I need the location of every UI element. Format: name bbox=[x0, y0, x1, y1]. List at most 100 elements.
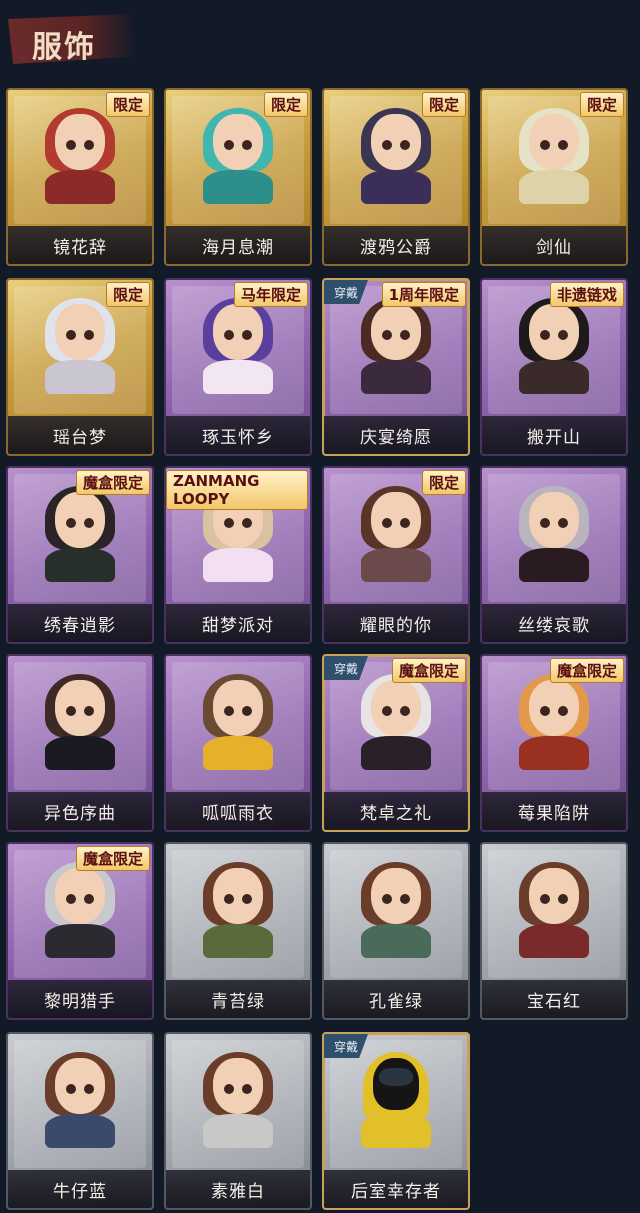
costume-name: 甜梦派对 bbox=[202, 615, 274, 636]
face-shape bbox=[371, 114, 421, 170]
costume-card[interactable]: 呱呱雨衣 bbox=[164, 654, 312, 832]
body-shape bbox=[203, 1114, 273, 1148]
face-shape bbox=[371, 680, 421, 736]
costume-name: 素雅白 bbox=[211, 1181, 265, 1202]
costume-card[interactable]: 限定 耀眼的你 bbox=[322, 466, 470, 644]
face-shape bbox=[371, 868, 421, 924]
body-shape bbox=[45, 170, 115, 204]
eye-shape bbox=[84, 706, 94, 716]
costume-card[interactable]: 非遗链戏 搬开山 bbox=[480, 278, 628, 456]
eye-shape bbox=[400, 140, 410, 150]
costume-card[interactable]: 魔盒限定莓果陷阱 bbox=[480, 654, 628, 832]
eye-shape bbox=[66, 140, 76, 150]
costume-name: 异色序曲 bbox=[44, 803, 116, 824]
name-bar: 渡鸦公爵 bbox=[324, 226, 468, 264]
costume-card[interactable]: 异色序曲 bbox=[6, 654, 154, 832]
character-portrait bbox=[515, 486, 593, 582]
eye-shape bbox=[224, 894, 234, 904]
body-shape bbox=[519, 360, 589, 394]
costume-card[interactable]: 魔盒限定 绣春逍影 bbox=[6, 466, 154, 644]
character-portrait bbox=[199, 862, 277, 958]
costume-name: 呱呱雨衣 bbox=[202, 803, 274, 824]
header: 服饰 bbox=[0, 0, 640, 82]
limited-tag: 魔盒限定 bbox=[549, 658, 624, 683]
character-portrait bbox=[199, 674, 277, 770]
eye-shape bbox=[558, 894, 568, 904]
face-shape bbox=[55, 304, 105, 360]
face-shape bbox=[55, 1058, 105, 1114]
eye-shape bbox=[242, 894, 252, 904]
costume-name: 琢玉怀乡 bbox=[202, 427, 274, 448]
eye-shape bbox=[84, 1084, 94, 1094]
name-bar: 宝石红 bbox=[482, 980, 626, 1018]
costume-card[interactable]: 马年限定琢玉怀乡 bbox=[164, 278, 312, 456]
limited-tag: 限定 bbox=[579, 92, 624, 117]
eye-shape bbox=[66, 1084, 76, 1094]
eye-shape bbox=[540, 894, 550, 904]
costume-card[interactable]: ZANMANG LOOPY 甜梦派对 bbox=[164, 466, 312, 644]
name-bar: 异色序曲 bbox=[8, 792, 152, 830]
page-title: 服饰 bbox=[32, 30, 96, 65]
costume-name: 搬开山 bbox=[527, 427, 581, 448]
eye-shape bbox=[382, 140, 392, 150]
name-bar: 绣春逍影 bbox=[8, 604, 152, 642]
costume-name: 瑶台梦 bbox=[53, 427, 107, 448]
name-bar: 甜梦派对 bbox=[166, 604, 310, 642]
limited-tag: 魔盒限定 bbox=[391, 658, 466, 683]
limited-tag: 马年限定 bbox=[233, 282, 308, 307]
face-shape bbox=[213, 304, 263, 360]
costume-card[interactable]: 限定剑仙 bbox=[480, 88, 628, 266]
face-shape bbox=[529, 304, 579, 360]
eye-shape bbox=[224, 518, 234, 528]
face-shape bbox=[213, 868, 263, 924]
name-bar: 庆宴绮愿 bbox=[324, 416, 468, 454]
costume-name: 海月息潮 bbox=[202, 237, 274, 258]
character-portrait bbox=[41, 674, 119, 770]
visor-shape bbox=[379, 1068, 413, 1086]
costume-card[interactable]: 穿戴 后室幸存者 bbox=[322, 1032, 470, 1210]
eye-shape bbox=[540, 518, 550, 528]
costume-card[interactable]: 限定 海月息潮 bbox=[164, 88, 312, 266]
eye-shape bbox=[84, 140, 94, 150]
name-bar: 剑仙 bbox=[482, 226, 626, 264]
eye-shape bbox=[66, 706, 76, 716]
costume-card[interactable]: 宝石红 bbox=[480, 842, 628, 1020]
costume-card[interactable]: 限定 渡鸦公爵 bbox=[322, 88, 470, 266]
face-shape bbox=[529, 868, 579, 924]
eye-shape bbox=[382, 894, 392, 904]
costume-card[interactable]: 牛仔蓝 bbox=[6, 1032, 154, 1210]
costume-card[interactable]: 青苔绿 bbox=[164, 842, 312, 1020]
name-bar: 梵卓之礼 bbox=[324, 792, 468, 830]
character-portrait bbox=[41, 486, 119, 582]
costume-name: 丝缕哀歌 bbox=[518, 615, 590, 636]
costume-card[interactable]: 限定 镜花辞 bbox=[6, 88, 154, 266]
eye-shape bbox=[66, 518, 76, 528]
costume-card[interactable]: 素雅白 bbox=[164, 1032, 312, 1210]
body-shape bbox=[361, 360, 431, 394]
eye-shape bbox=[400, 894, 410, 904]
costume-card[interactable]: 限定瑶台梦 bbox=[6, 278, 154, 456]
character-portrait bbox=[357, 298, 435, 394]
character-portrait bbox=[41, 108, 119, 204]
face-shape bbox=[213, 114, 263, 170]
costume-card[interactable]: 魔盒限定 黎明猎手 bbox=[6, 842, 154, 1020]
name-bar: 牛仔蓝 bbox=[8, 1170, 152, 1208]
name-bar: 青苔绿 bbox=[166, 980, 310, 1018]
costume-card[interactable]: 魔盒限定 穿戴 梵卓之礼 bbox=[322, 654, 470, 832]
costume-card[interactable]: 孔雀绿 bbox=[322, 842, 470, 1020]
costume-name: 绣春逍影 bbox=[44, 615, 116, 636]
body-shape bbox=[203, 924, 273, 958]
character-portrait bbox=[199, 1052, 277, 1148]
costume-card[interactable]: 1周年限定 穿戴 庆宴绮愿 bbox=[322, 278, 470, 456]
costume-card[interactable]: 丝缕哀歌 bbox=[480, 466, 628, 644]
body-shape bbox=[519, 736, 589, 770]
limited-tag: 1周年限定 bbox=[381, 282, 466, 307]
name-bar: 莓果陷阱 bbox=[482, 792, 626, 830]
body-shape bbox=[361, 1114, 431, 1148]
name-bar: 后室幸存者 bbox=[324, 1170, 468, 1208]
face-shape bbox=[213, 680, 263, 736]
character-portrait bbox=[41, 1052, 119, 1148]
eye-shape bbox=[558, 518, 568, 528]
limited-tag: 限定 bbox=[105, 282, 150, 307]
body-shape bbox=[519, 548, 589, 582]
